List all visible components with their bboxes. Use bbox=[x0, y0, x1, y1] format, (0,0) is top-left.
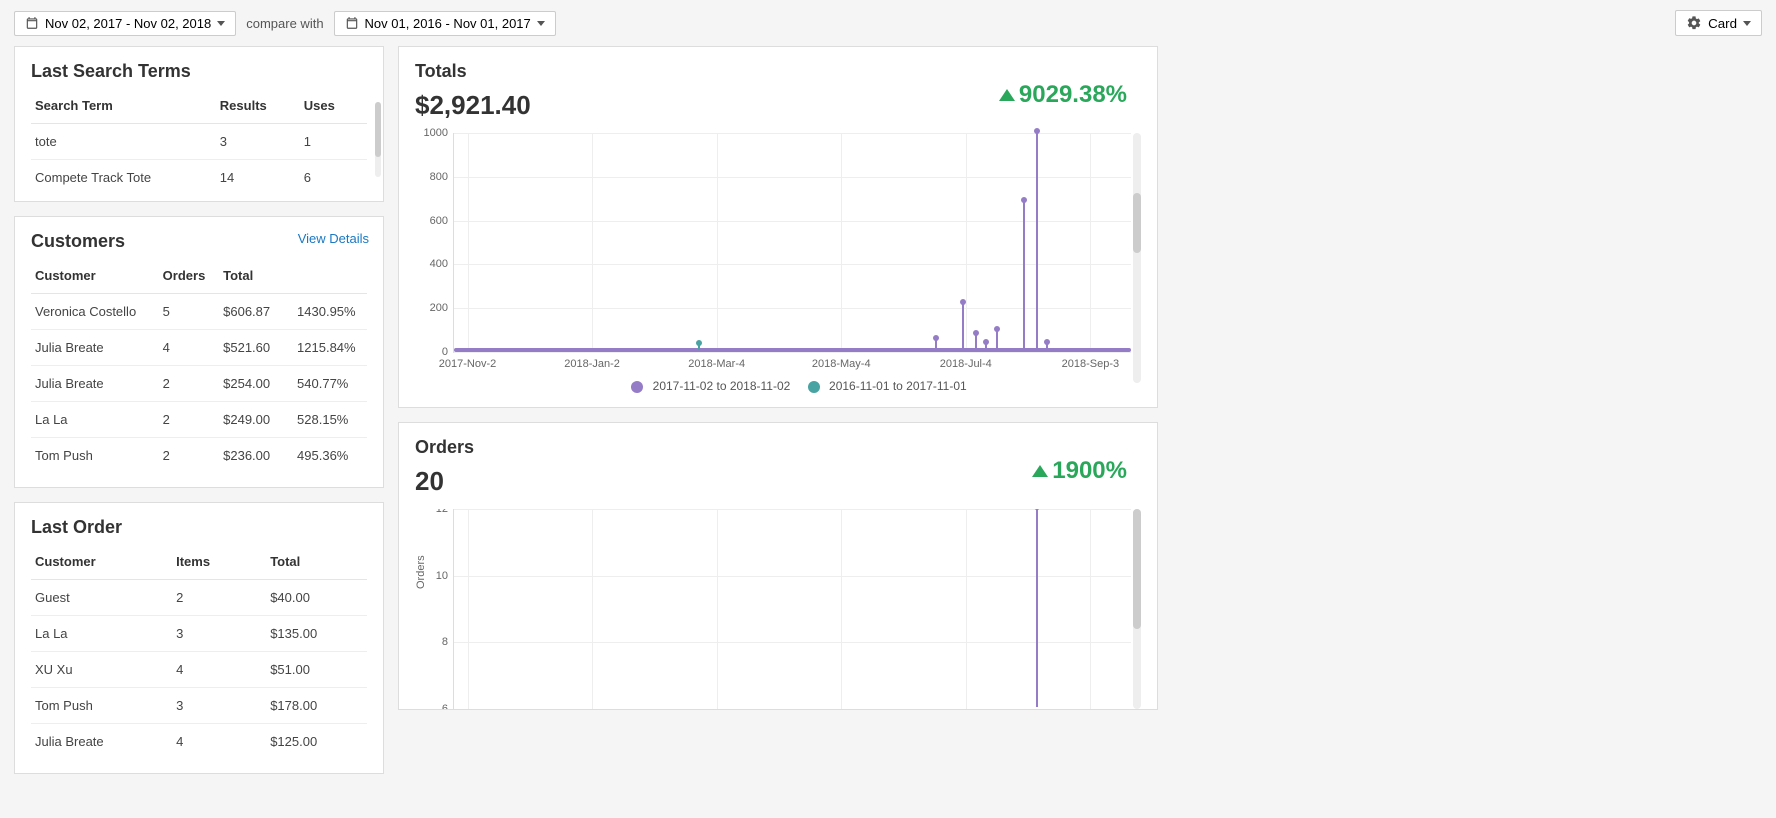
legend-label-primary: 2017-11-02 to 2018-11-02 bbox=[653, 379, 791, 393]
calendar-icon bbox=[25, 16, 39, 30]
orders-change: 1900% bbox=[1032, 457, 1127, 485]
arrow-up-icon bbox=[1032, 465, 1048, 477]
table-row[interactable]: La La3$135.00 bbox=[31, 616, 367, 652]
table-row[interactable]: Julia Breate4$521.601215.84% bbox=[31, 330, 367, 366]
table-row[interactable]: Tom Push2$236.00495.36% bbox=[31, 438, 367, 474]
col-items: Items bbox=[172, 546, 266, 580]
col-total: Total bbox=[266, 546, 367, 580]
col-results: Results bbox=[216, 90, 300, 124]
col-search-term: Search Term bbox=[31, 90, 216, 124]
last-order-title: Last Order bbox=[31, 517, 367, 538]
search-terms-table: Search Term Results Uses tote31Compete T… bbox=[31, 90, 367, 195]
orders-chart-scrollbar[interactable] bbox=[1133, 509, 1141, 709]
last-order-card: Last Order Customer Items Total Guest2$4… bbox=[14, 502, 384, 774]
gear-icon bbox=[1686, 15, 1702, 31]
dashboard-main: Last Search Terms Search Term Results Us… bbox=[0, 46, 1776, 788]
totals-change: 9029.38% bbox=[999, 81, 1127, 109]
col-customer: Customer bbox=[31, 546, 172, 580]
orders-card: Orders 20 1900% Orders 121086 bbox=[398, 422, 1158, 710]
view-mode-label: Card bbox=[1708, 16, 1737, 31]
toolbar: Nov 02, 2017 - Nov 02, 2018 compare with… bbox=[0, 0, 1776, 46]
table-row[interactable]: Veronica Costello5$606.871430.95% bbox=[31, 294, 367, 330]
primary-date-range-button[interactable]: Nov 02, 2017 - Nov 02, 2018 bbox=[14, 11, 236, 36]
caret-down-icon bbox=[217, 21, 225, 26]
orders-change-value: 1900% bbox=[1052, 457, 1127, 485]
table-row[interactable]: Tom Push3$178.00 bbox=[31, 688, 367, 724]
calendar-icon bbox=[345, 16, 359, 30]
totals-legend: 2017-11-02 to 2018-11-02 2016-11-01 to 2… bbox=[453, 379, 1131, 393]
col-pct bbox=[293, 260, 367, 294]
search-terms-scrollbar[interactable] bbox=[375, 102, 381, 177]
search-terms-title: Last Search Terms bbox=[31, 61, 367, 82]
table-row[interactable]: La La2$249.00528.15% bbox=[31, 402, 367, 438]
secondary-date-range-label: Nov 01, 2016 - Nov 01, 2017 bbox=[365, 16, 531, 31]
customers-table: Customer Orders Total Veronica Costello5… bbox=[31, 260, 367, 473]
col-customer: Customer bbox=[31, 260, 159, 294]
last-order-table: Customer Items Total Guest2$40.00La La3$… bbox=[31, 546, 367, 759]
table-row[interactable]: Julia Breate4$125.00 bbox=[31, 724, 367, 760]
legend-swatch-primary bbox=[631, 381, 643, 393]
orders-amount: 20 bbox=[415, 466, 474, 497]
col-total: Total bbox=[219, 260, 293, 294]
table-row[interactable]: tote31 bbox=[31, 124, 367, 160]
arrow-up-icon bbox=[999, 89, 1015, 101]
orders-title: Orders bbox=[415, 437, 474, 458]
legend-swatch-secondary bbox=[808, 381, 820, 393]
legend-label-secondary: 2016-11-01 to 2017-11-01 bbox=[829, 379, 967, 393]
table-row[interactable]: XU Xu4$51.00 bbox=[31, 652, 367, 688]
caret-down-icon bbox=[537, 21, 545, 26]
totals-change-value: 9029.38% bbox=[1019, 81, 1127, 109]
orders-chart[interactable]: 121086 bbox=[453, 509, 1131, 709]
right-column: Totals $2,921.40 9029.38% 10008006004002… bbox=[398, 46, 1158, 774]
left-column: Last Search Terms Search Term Results Us… bbox=[14, 46, 384, 774]
compare-with-label: compare with bbox=[246, 16, 323, 31]
customers-view-details-link[interactable]: View Details bbox=[298, 231, 369, 246]
totals-card: Totals $2,921.40 9029.38% 10008006004002… bbox=[398, 46, 1158, 408]
secondary-date-range-button[interactable]: Nov 01, 2016 - Nov 01, 2017 bbox=[334, 11, 556, 36]
table-row[interactable]: Guest2$40.00 bbox=[31, 580, 367, 616]
primary-date-range-label: Nov 02, 2017 - Nov 02, 2018 bbox=[45, 16, 211, 31]
col-uses: Uses bbox=[300, 90, 367, 124]
orders-y-axis-label: Orders bbox=[415, 555, 427, 589]
caret-down-icon bbox=[1743, 21, 1751, 26]
customers-card: View Details Customers Customer Orders T… bbox=[14, 216, 384, 488]
totals-title: Totals bbox=[415, 61, 531, 82]
search-terms-card: Last Search Terms Search Term Results Us… bbox=[14, 46, 384, 202]
totals-chart[interactable]: 100080060040020002017-Nov-22018-Jan-2201… bbox=[453, 133, 1131, 353]
view-mode-button[interactable]: Card bbox=[1675, 10, 1762, 36]
table-row[interactable]: Julia Breate2$254.00540.77% bbox=[31, 366, 367, 402]
totals-amount: $2,921.40 bbox=[415, 90, 531, 121]
totals-chart-scrollbar[interactable] bbox=[1133, 133, 1141, 383]
table-row[interactable]: Compete Track Tote146 bbox=[31, 160, 367, 196]
col-orders: Orders bbox=[159, 260, 219, 294]
